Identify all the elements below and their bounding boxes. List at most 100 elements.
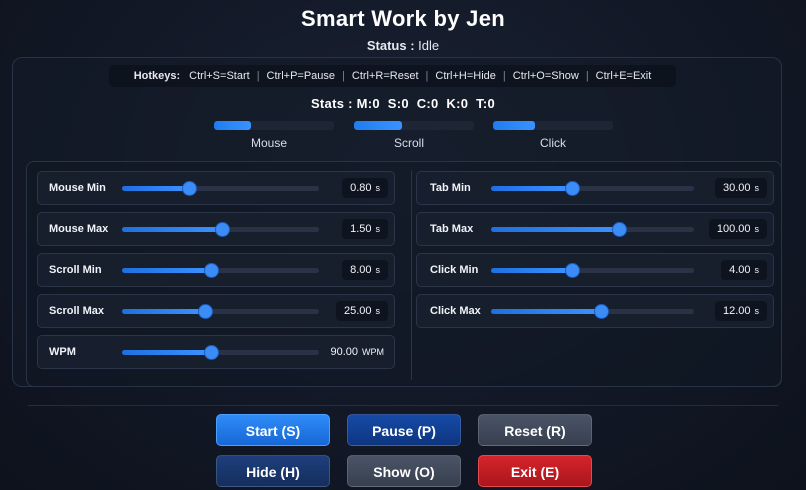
- scroll-progress-label: Scroll: [393, 136, 424, 150]
- click-progress-label: Click: [540, 136, 566, 150]
- setting-value: 30.00 s: [714, 178, 767, 198]
- slider-handle[interactable]: [204, 346, 218, 359]
- value-number: 90.00: [330, 346, 358, 358]
- value-unit: s: [375, 306, 381, 316]
- scroll-min-slider[interactable]: [122, 264, 319, 277]
- setting-label: Mouse Max: [49, 223, 109, 235]
- status-value: Idle: [418, 38, 440, 53]
- setting-row-scroll-min: Scroll Min 8.00 s: [37, 253, 395, 287]
- value-number: 1.50: [350, 223, 372, 235]
- hotkey-reset: Ctrl+R=Reset: [351, 70, 419, 82]
- slider-handle[interactable]: [182, 182, 196, 195]
- setting-row-click-min: Click Min 4.00 s: [416, 253, 774, 287]
- setting-value: 100.00 s: [708, 219, 767, 239]
- hotkey-pause: Ctrl+P=Pause: [266, 70, 336, 82]
- slider-handle[interactable]: [216, 223, 230, 236]
- horizontal-divider: [28, 405, 778, 406]
- setting-label: Mouse Min: [49, 182, 106, 194]
- hotkeys-label: Hotkeys:: [133, 70, 181, 82]
- start-button[interactable]: Start (S): [216, 414, 330, 446]
- slider-handle[interactable]: [198, 305, 212, 318]
- mouse-progress-fill: [214, 121, 252, 130]
- value-number: 4.00: [729, 264, 751, 276]
- mouse-min-slider[interactable]: [122, 182, 319, 195]
- slider-fill: [122, 268, 211, 273]
- setting-value: 90.00 WPM: [326, 342, 388, 362]
- wpm-slider[interactable]: [122, 346, 319, 359]
- status-label: Status :: [366, 38, 415, 53]
- slider-fill: [491, 186, 573, 191]
- slider-fill: [491, 268, 573, 273]
- slider-handle[interactable]: [612, 223, 626, 236]
- value-unit: WPM: [362, 347, 384, 357]
- click-progress-fill: [493, 121, 535, 130]
- slider-handle[interactable]: [594, 305, 608, 318]
- mouse-progress-bar: [214, 121, 334, 130]
- setting-value: 1.50 s: [342, 219, 388, 239]
- hide-button[interactable]: Hide (H): [216, 455, 330, 487]
- value-number: 8.00: [350, 264, 372, 276]
- setting-value: 0.80 s: [342, 178, 388, 198]
- hotkey-start: Ctrl+S=Start: [189, 70, 250, 82]
- setting-label: Scroll Max: [49, 305, 105, 317]
- setting-label: Click Min: [430, 264, 479, 276]
- value-unit: s: [754, 183, 760, 193]
- mouse-progress-label: Mouse: [250, 136, 288, 150]
- value-unit: s: [754, 224, 760, 234]
- setting-label: WPM: [49, 346, 76, 358]
- slider-fill: [122, 309, 205, 314]
- tab-min-slider[interactable]: [491, 182, 694, 195]
- hotkey-separator: |: [585, 70, 589, 82]
- hotkey-separator: |: [502, 70, 506, 82]
- value-unit: s: [375, 265, 381, 275]
- status-line: Status : Idle: [0, 38, 806, 53]
- app-title: Smart Work by Jen: [301, 6, 505, 31]
- scroll-max-slider[interactable]: [122, 305, 319, 318]
- column-divider: [411, 170, 412, 380]
- click-progress-bar: [493, 121, 613, 130]
- setting-row-tab-max: Tab Max 100.00 s: [416, 212, 774, 246]
- value-unit: s: [754, 265, 760, 275]
- mouse-max-slider[interactable]: [122, 223, 319, 236]
- reset-button[interactable]: Reset (R): [478, 414, 592, 446]
- slider-handle[interactable]: [566, 182, 580, 195]
- scroll-progress-fill: [354, 121, 402, 130]
- slider-fill: [122, 227, 223, 232]
- value-number: 25.00: [343, 305, 372, 317]
- setting-row-mouse-max: Mouse Max 1.50 s: [37, 212, 395, 246]
- tab-max-slider[interactable]: [491, 223, 694, 236]
- value-unit: s: [375, 224, 381, 234]
- hotkey-separator: |: [256, 70, 260, 82]
- setting-row-tab-min: Tab Min 30.00 s: [416, 171, 774, 205]
- value-number: 0.80: [350, 182, 372, 194]
- slider-fill: [491, 227, 619, 232]
- setting-value: 25.00 s: [335, 301, 388, 321]
- setting-label: Scroll Min: [49, 264, 102, 276]
- value-unit: s: [375, 183, 381, 193]
- hotkey-hide: Ctrl+H=Hide: [435, 70, 496, 82]
- show-button[interactable]: Show (O): [347, 455, 461, 487]
- setting-value: 12.00 s: [714, 301, 767, 321]
- slider-fill: [122, 186, 189, 191]
- slider-handle[interactable]: [566, 264, 580, 277]
- hotkeys-bar: Hotkeys: Ctrl+S=Start | Ctrl+P=Pause | C…: [109, 65, 676, 87]
- hotkey-show: Ctrl+O=Show: [512, 70, 579, 82]
- setting-row-wpm: WPM 90.00 WPM: [37, 335, 395, 369]
- setting-value: 4.00 s: [721, 260, 767, 280]
- click-max-slider[interactable]: [491, 305, 694, 318]
- setting-row-mouse-min: Mouse Min 0.80 s: [37, 171, 395, 205]
- pause-button[interactable]: Pause (P): [347, 414, 461, 446]
- hotkey-separator: |: [425, 70, 429, 82]
- setting-label: Tab Min: [430, 182, 471, 194]
- slider-handle[interactable]: [204, 264, 218, 277]
- setting-row-click-max: Click Max 12.00 s: [416, 294, 774, 328]
- value-number: 100.00: [716, 223, 751, 235]
- setting-label: Click Max: [430, 305, 481, 317]
- stats-line: Stats : M:0 S:0 C:0 K:0 T:0: [310, 96, 496, 111]
- click-min-slider[interactable]: [491, 264, 694, 277]
- slider-fill: [122, 350, 211, 355]
- exit-button[interactable]: Exit (E): [478, 455, 592, 487]
- setting-label: Tab Max: [430, 223, 474, 235]
- setting-value: 8.00 s: [342, 260, 388, 280]
- value-number: 30.00: [722, 182, 751, 194]
